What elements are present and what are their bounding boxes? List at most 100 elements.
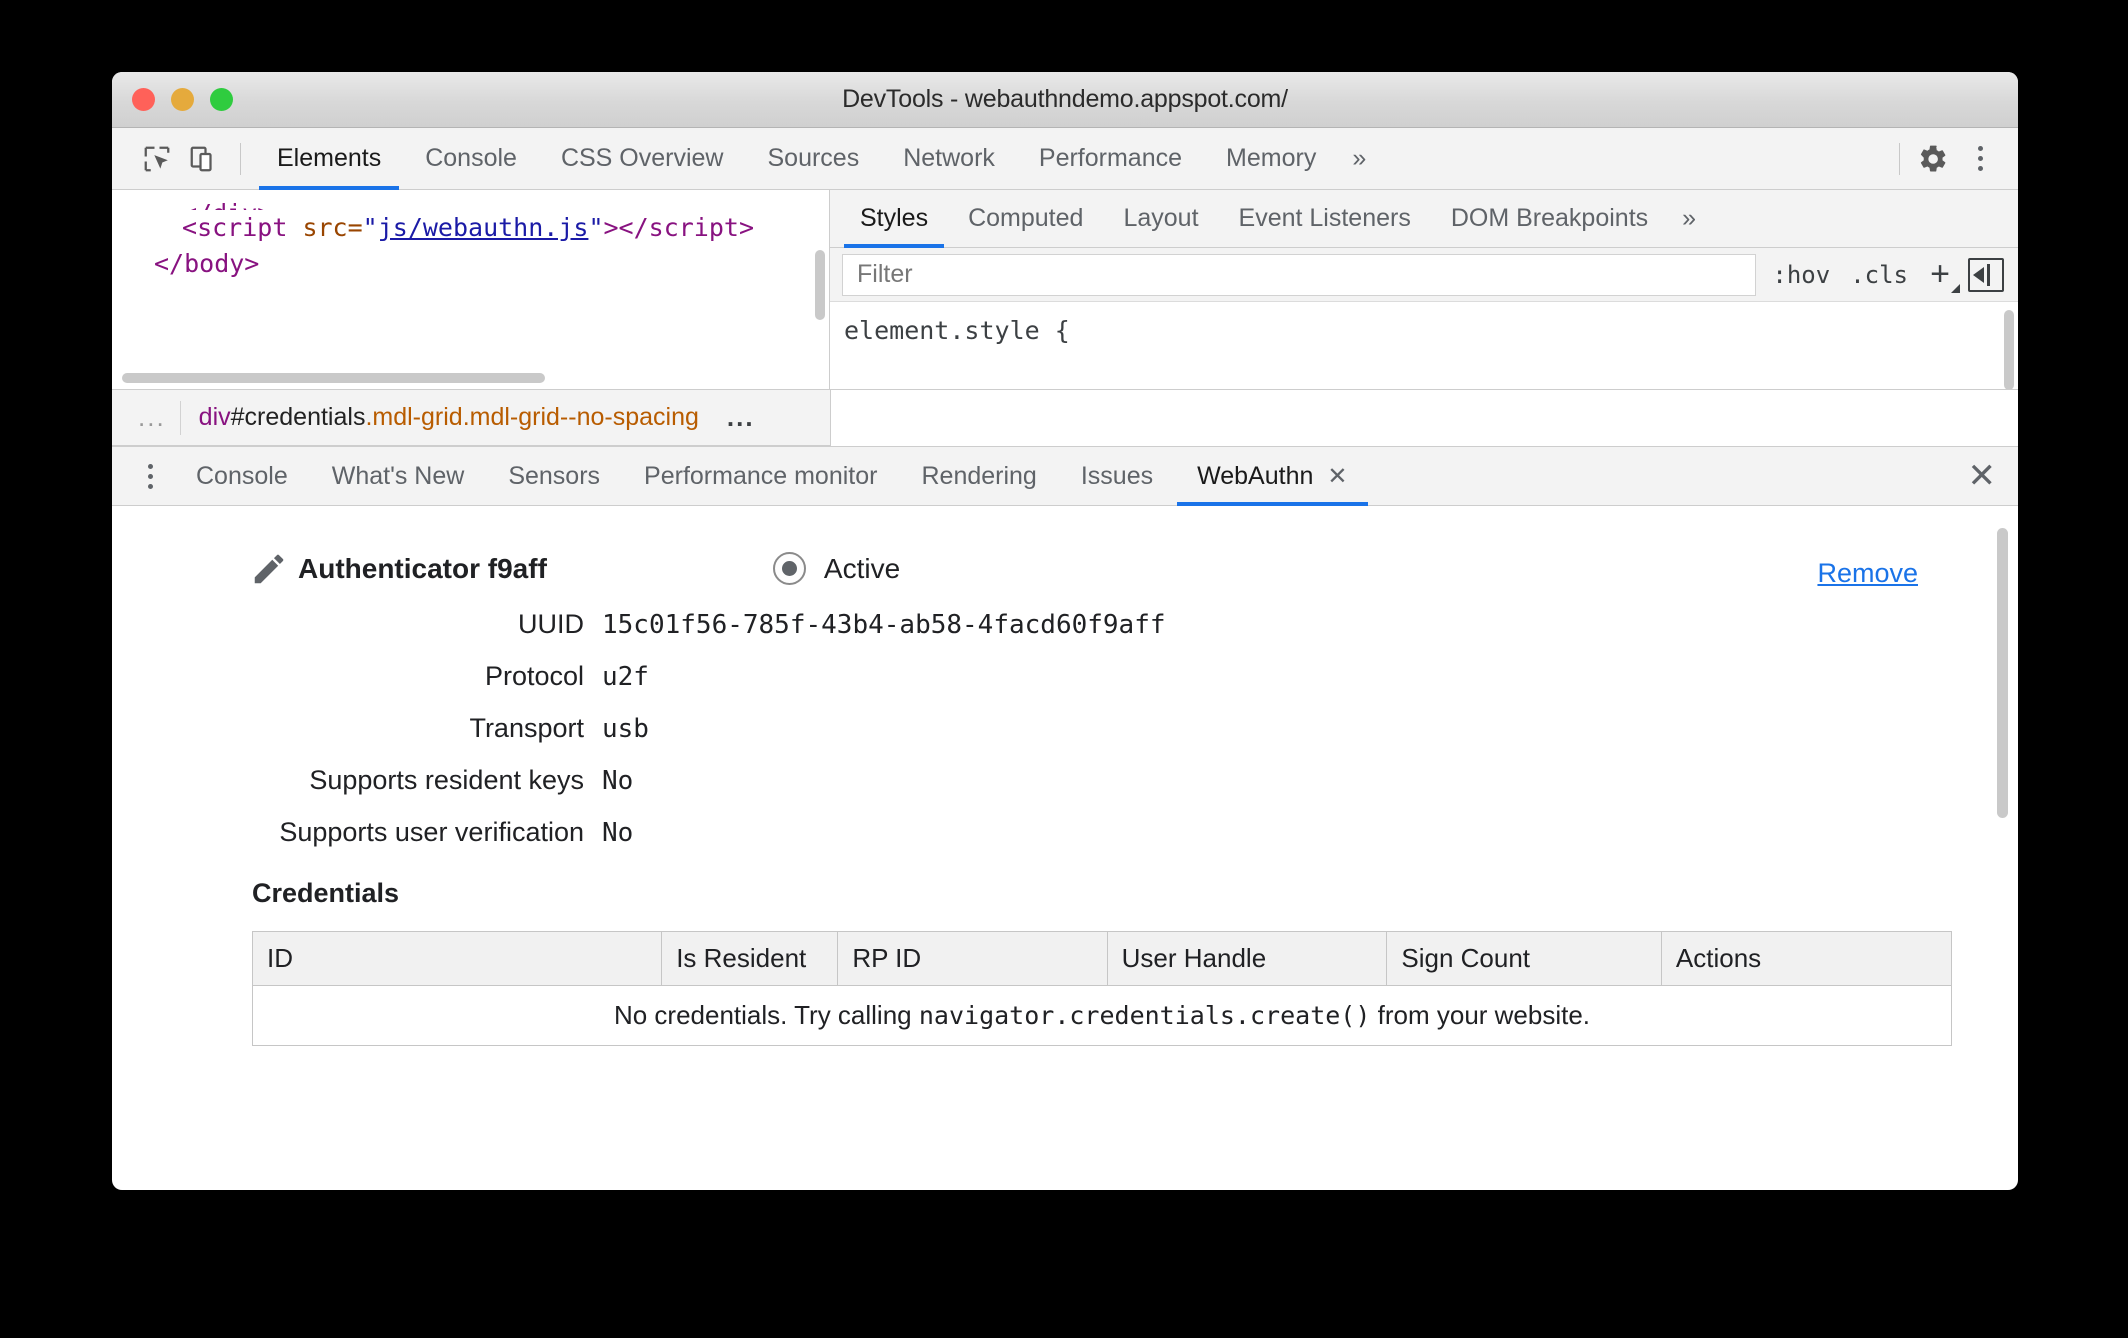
tab-network[interactable]: Network	[881, 128, 1017, 190]
close-icon[interactable]: ✕	[1327, 462, 1347, 491]
property-label: Protocol	[484, 661, 584, 691]
breadcrumb-item-div-credentials[interactable]: div#credentials.mdl-grid.mdl-grid--no-sp…	[181, 403, 717, 432]
dom-tree-vertical-scrollbar[interactable]	[815, 250, 825, 320]
kebab-dot	[1977, 146, 1983, 151]
element-style-rule[interactable]: element.style {	[830, 302, 2018, 345]
tab-sources-label: Sources	[767, 144, 860, 172]
drawer-tab-console[interactable]: Console	[174, 446, 310, 506]
close-drawer-icon[interactable]: ✕	[1968, 456, 1997, 496]
dom-tree[interactable]: </div> <script src="js/webauthn.js"></sc…	[112, 190, 829, 282]
kebab-dot	[1977, 166, 1983, 171]
authenticator-title: Authenticator f9aff	[298, 552, 547, 584]
tab-memory[interactable]: Memory	[1204, 128, 1338, 190]
credentials-table-header-row: ID Is Resident RP ID User Handle Sign Co…	[251, 931, 1953, 986]
remove-authenticator-link[interactable]: Remove	[1817, 558, 1918, 589]
drawer-tab-whats-new[interactable]: What's New	[310, 446, 487, 506]
breadcrumb-overflow-left[interactable]: ...	[124, 402, 180, 433]
dom-attr-value-link[interactable]: js/webauthn.js	[378, 213, 589, 242]
dom-line-body-close[interactable]: </body>	[140, 246, 829, 282]
drawer-tab-performance-monitor[interactable]: Performance monitor	[622, 446, 899, 506]
dom-punct-close: ></	[603, 213, 649, 242]
drawer-tab-webauthn-label: WebAuthn	[1197, 461, 1314, 490]
webauthn-panel: Authenticator f9aff Active Remove UUID 1…	[112, 506, 2018, 1125]
drawer-tab-whats-new-label: What's New	[331, 461, 465, 490]
active-radio-button[interactable]	[772, 552, 806, 585]
more-tabs-chevron-icon[interactable]: »	[1338, 144, 1380, 173]
hov-toggle-button[interactable]: :hov	[1762, 261, 1840, 289]
property-value-resident-keys: No	[602, 766, 634, 796]
styles-filter-input[interactable]: Filter	[842, 253, 1757, 296]
dom-line-div-close[interactable]: </div>	[140, 196, 829, 210]
pencil-edit-icon[interactable]	[250, 550, 288, 593]
new-style-rule-button[interactable]: +	[1918, 255, 1962, 295]
column-header-sign-count[interactable]: Sign Count	[1386, 931, 1662, 986]
column-header-id[interactable]: ID	[251, 931, 663, 986]
upper-split: </div> <script src="js/webauthn.js"></sc…	[112, 190, 2018, 390]
dom-text: </body>	[154, 249, 260, 278]
property-row-protocol: Protocol u2f	[112, 661, 2018, 692]
column-header-is-resident[interactable]: Is Resident	[661, 931, 839, 986]
tab-memory-label: Memory	[1226, 144, 1317, 172]
tab-event-listeners-label: Event Listeners	[1238, 204, 1411, 232]
dom-quote-close: "	[588, 213, 604, 242]
scrollbar-thumb[interactable]	[122, 373, 546, 383]
drawer-tab-issues-label: Issues	[1080, 461, 1154, 490]
main-menu-kebab-icon[interactable]	[1956, 135, 2004, 183]
kebab-dot	[147, 473, 153, 479]
column-header-actions[interactable]: Actions	[1660, 931, 1953, 986]
credentials-table: ID Is Resident RP ID User Handle Sign Co…	[251, 931, 1953, 1046]
tab-console[interactable]: Console	[403, 128, 539, 190]
breadcrumb-overflow-right[interactable]: ...	[717, 402, 755, 433]
drawer-tab-sensors[interactable]: Sensors	[486, 446, 622, 506]
credentials-empty-row: No credentials. Try calling navigator.cr…	[252, 985, 1952, 1046]
dom-attr-name: src	[302, 213, 348, 242]
styles-filter-row: Filter :hov .cls +	[830, 248, 2018, 302]
tab-styles[interactable]: Styles	[840, 190, 948, 248]
authenticator-properties: UUID 15c01f56-785f-43b4-ab58-4facd60f9af…	[112, 609, 2018, 848]
dom-tree-horizontal-scrollbar[interactable]	[122, 373, 805, 383]
drawer-tab-issues[interactable]: Issues	[1059, 446, 1175, 506]
toolbar-divider-right	[1899, 142, 1900, 175]
window-title: DevTools - webauthndemo.appspot.com/	[842, 85, 1288, 113]
empty-message-suffix: from your website.	[1370, 1000, 1591, 1030]
active-radio-group[interactable]: Active	[772, 552, 900, 585]
tab-dom-breakpoints[interactable]: DOM Breakpoints	[1431, 190, 1668, 248]
tab-elements-label: Elements	[277, 144, 382, 172]
tab-layout[interactable]: Layout	[1103, 190, 1218, 248]
radio-selected-dot	[781, 561, 797, 576]
tab-styles-label: Styles	[860, 204, 929, 232]
dom-quote-open: "	[362, 213, 378, 242]
toggle-computed-sidebar-icon[interactable]	[1968, 257, 2004, 292]
breadcrumb: ... div#credentials.mdl-grid.mdl-grid--n…	[112, 390, 831, 446]
tab-performance[interactable]: Performance	[1017, 128, 1204, 190]
gear-icon[interactable]	[1910, 136, 1956, 182]
tab-layout-label: Layout	[1123, 204, 1199, 232]
webauthn-panel-scrollbar[interactable]	[1997, 528, 2008, 818]
tab-computed[interactable]: Computed	[948, 190, 1103, 248]
device-toolbar-icon[interactable]	[180, 136, 226, 182]
column-header-user-handle[interactable]: User Handle	[1106, 931, 1388, 986]
property-value-transport: usb	[602, 714, 649, 744]
triangle-glyph	[1973, 266, 1984, 283]
dom-line-script[interactable]: <script src="js/webauthn.js"></script>	[140, 210, 829, 246]
tab-event-listeners[interactable]: Event Listeners	[1219, 190, 1431, 248]
styles-more-tabs-chevron-icon[interactable]: »	[1668, 204, 1710, 233]
column-header-rp-id[interactable]: RP ID	[837, 931, 1108, 986]
tab-elements[interactable]: Elements	[255, 128, 403, 190]
window-titlebar: DevTools - webauthndemo.appspot.com/	[112, 72, 2018, 128]
tab-css-overview[interactable]: CSS Overview	[539, 128, 746, 190]
styles-vertical-scrollbar[interactable]	[2004, 310, 2014, 389]
inspect-element-icon[interactable]	[134, 136, 180, 182]
drawer-tab-webauthn[interactable]: WebAuthn ✕	[1175, 446, 1369, 506]
empty-message-code: navigator.credentials.create()	[918, 1001, 1371, 1030]
devtools-window: DevTools - webauthndemo.appspot.com/ Ele…	[112, 72, 2018, 1190]
cls-toggle-button[interactable]: .cls	[1840, 261, 1918, 289]
kebab-dot	[147, 483, 153, 489]
empty-message-prefix: No credentials. Try calling	[613, 1000, 919, 1030]
breadcrumb-tag: div	[198, 403, 231, 431]
drawer-menu-kebab-icon[interactable]	[126, 452, 174, 500]
tab-sources[interactable]: Sources	[746, 128, 882, 190]
authenticator-header: Authenticator f9aff Active Remove	[112, 506, 2018, 588]
drawer-tab-rendering[interactable]: Rendering	[899, 446, 1058, 506]
dom-tag-close: script	[648, 213, 739, 242]
